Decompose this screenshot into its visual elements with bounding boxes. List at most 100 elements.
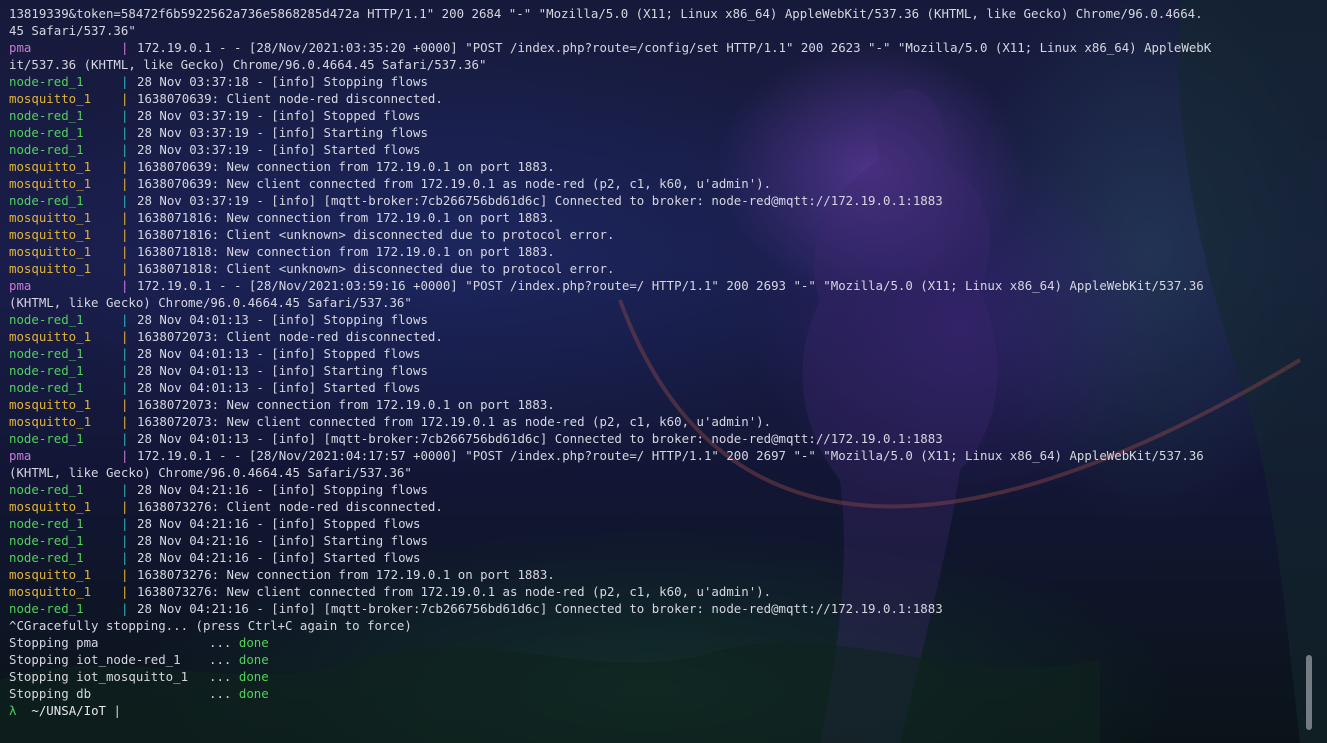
log-message: 1638070639: New client connected from 17… (137, 176, 772, 191)
log-message: 28 Nov 03:37:19 - [info] Starting flows (137, 125, 428, 140)
service-separator: | (121, 414, 129, 429)
log-message: 28 Nov 04:21:16 - [info] Stopped flows (137, 516, 421, 531)
service-separator: | (121, 244, 129, 259)
log-message: 28 Nov 04:21:16 - [info] Starting flows (137, 533, 428, 548)
service-name: mosquitto_1 (9, 210, 92, 225)
terminal-scrollbar[interactable] (1306, 655, 1312, 730)
stopping-dots: ... (209, 686, 232, 701)
service-name: pma (9, 448, 32, 463)
log-line-mosquitto: mosquitto_1 | 1638070639: New client conne… (9, 175, 1299, 192)
stopping-status: done (238, 686, 269, 701)
stopping-status: done (238, 652, 269, 667)
terminal-window[interactable]: 13819339&token=58472f6b5922562a736e58682… (0, 0, 1327, 743)
service-separator: | (121, 567, 129, 582)
stopping-dots: ... (209, 669, 232, 684)
service-name: mosquitto_1 (9, 261, 92, 276)
log-message: 1638071816: New connection from 172.19.0… (137, 210, 555, 225)
service-name: mosquitto_1 (9, 91, 92, 106)
log-message: 1638070639: Client node-red disconnected… (137, 91, 443, 106)
log-message: 1638070639: New connection from 172.19.0… (137, 159, 555, 174)
service-separator: | (121, 329, 129, 344)
log-line-node-red: node-red_1 | 28 Nov 04:01:13 - [info] Star… (9, 362, 1299, 379)
service-separator: | (121, 142, 129, 157)
service-separator: | (121, 346, 129, 361)
service-name: mosquitto_1 (9, 244, 92, 259)
service-name: node-red_1 (9, 482, 84, 497)
service-separator: | (121, 550, 129, 565)
log-line-pma: pma | 172.19.0.1 - - [28/Nov/2021:03:35:20… (9, 39, 1299, 56)
log-line-node-red: node-red_1 | 28 Nov 04:21:16 - [info] Star… (9, 549, 1299, 566)
log-message: 28 Nov 04:01:13 - [info] Started flows (137, 380, 421, 395)
log-line-node-red: node-red_1 | 28 Nov 04:01:13 - [info] [mqt… (9, 430, 1299, 447)
service-name: node-red_1 (9, 142, 84, 157)
log-message: 1638071818: Client <unknown> disconnecte… (137, 261, 615, 276)
service-separator: | (121, 125, 129, 140)
service-separator: | (121, 584, 129, 599)
log-line-node-red: node-red_1 | 28 Nov 03:37:19 - [info] Stop… (9, 107, 1299, 124)
log-message: 28 Nov 03:37:18 - [info] Stopping flows (137, 74, 428, 89)
service-separator: | (121, 91, 129, 106)
service-separator: | (121, 74, 129, 89)
stopping-label: Stopping db (9, 686, 92, 701)
log-line: ^CGracefully stopping... (press Ctrl+C a… (9, 618, 412, 633)
stopping-line: Stopping pma... done (9, 634, 1299, 651)
log-line: (KHTML, like Gecko) Chrome/96.0.4664.45 … (9, 295, 412, 310)
service-name: mosquitto_1 (9, 227, 92, 242)
log-line-mosquitto: mosquitto_1 | 1638073276: Client node-red … (9, 498, 1299, 515)
service-separator: | (121, 448, 129, 463)
service-separator: | (121, 261, 129, 276)
stopping-label: Stopping pma (9, 635, 99, 650)
service-name: node-red_1 (9, 74, 84, 89)
service-name: pma (9, 40, 32, 55)
service-separator: | (121, 397, 129, 412)
log-line-node-red: node-red_1 | 28 Nov 04:01:13 - [info] Star… (9, 379, 1299, 396)
log-message: 1638072073: Client node-red disconnected… (137, 329, 443, 344)
prompt-path: ~/UNSA/IoT (31, 703, 106, 718)
log-line-node-red: node-red_1 | 28 Nov 03:37:19 - [info] Star… (9, 124, 1299, 141)
service-separator: | (121, 227, 129, 242)
service-name: mosquitto_1 (9, 414, 92, 429)
log-line: it/537.36 (KHTML, like Gecko) Chrome/96.… (9, 57, 487, 72)
log-line-mosquitto: mosquitto_1 | 1638071818: Client <unknown>… (9, 260, 1299, 277)
service-name: node-red_1 (9, 125, 84, 140)
service-separator: | (121, 159, 129, 174)
log-message: 28 Nov 04:01:13 - [info] Stopped flows (137, 346, 421, 361)
log-line-node-red: node-red_1 | 28 Nov 03:37:18 - [info] Stop… (9, 73, 1299, 90)
stopping-status: done (238, 635, 269, 650)
shell-prompt[interactable]: λ ~/UNSA/IoT | (9, 702, 1299, 719)
log-line-pma: pma | 172.19.0.1 - - [28/Nov/2021:04:17:57… (9, 447, 1299, 464)
service-name: mosquitto_1 (9, 329, 92, 344)
log-line-mosquitto: mosquitto_1 | 1638073276: New connection f… (9, 566, 1299, 583)
log-message: 1638072073: New connection from 172.19.0… (137, 397, 555, 412)
log-line: 45 Safari/537.36" (9, 23, 136, 38)
service-separator: | (121, 363, 129, 378)
log-message: 28 Nov 04:21:16 - [info] Stopping flows (137, 482, 428, 497)
stopping-dots: ... (209, 635, 232, 650)
stopping-status: done (238, 669, 269, 684)
stopping-label: Stopping iot_mosquitto_1 (9, 669, 189, 684)
service-separator: | (121, 108, 129, 123)
log-line-mosquitto: mosquitto_1 | 1638072073: New connection f… (9, 396, 1299, 413)
log-message: 1638073276: Client node-red disconnected… (137, 499, 443, 514)
log-line-node-red: node-red_1 | 28 Nov 04:01:13 - [info] Stop… (9, 345, 1299, 362)
service-name: node-red_1 (9, 346, 84, 361)
log-message: 1638071818: New connection from 172.19.0… (137, 244, 555, 259)
service-name: node-red_1 (9, 312, 84, 327)
service-separator: | (121, 40, 129, 55)
log-line-node-red: node-red_1 | 28 Nov 04:21:16 - [info] Stop… (9, 481, 1299, 498)
service-name: node-red_1 (9, 108, 84, 123)
log-line-node-red: node-red_1 | 28 Nov 04:21:16 - [info] Stop… (9, 515, 1299, 532)
log-line-node-red: node-red_1 | 28 Nov 04:21:16 - [info] Star… (9, 532, 1299, 549)
log-line-mosquitto: mosquitto_1 | 1638070639: Client node-red … (9, 90, 1299, 107)
log-line: (KHTML, like Gecko) Chrome/96.0.4664.45 … (9, 465, 412, 480)
service-name: node-red_1 (9, 533, 84, 548)
service-separator: | (121, 210, 129, 225)
service-name: mosquitto_1 (9, 584, 92, 599)
service-separator: | (121, 482, 129, 497)
log-line-node-red: node-red_1 | 28 Nov 04:21:16 - [info] [mqt… (9, 600, 1299, 617)
log-line-pma: pma | 172.19.0.1 - - [28/Nov/2021:03:59:16… (9, 277, 1299, 294)
service-name: mosquitto_1 (9, 397, 92, 412)
text-cursor[interactable]: | (113, 703, 120, 718)
stopping-dots: ... (209, 652, 232, 667)
service-name: node-red_1 (9, 363, 84, 378)
